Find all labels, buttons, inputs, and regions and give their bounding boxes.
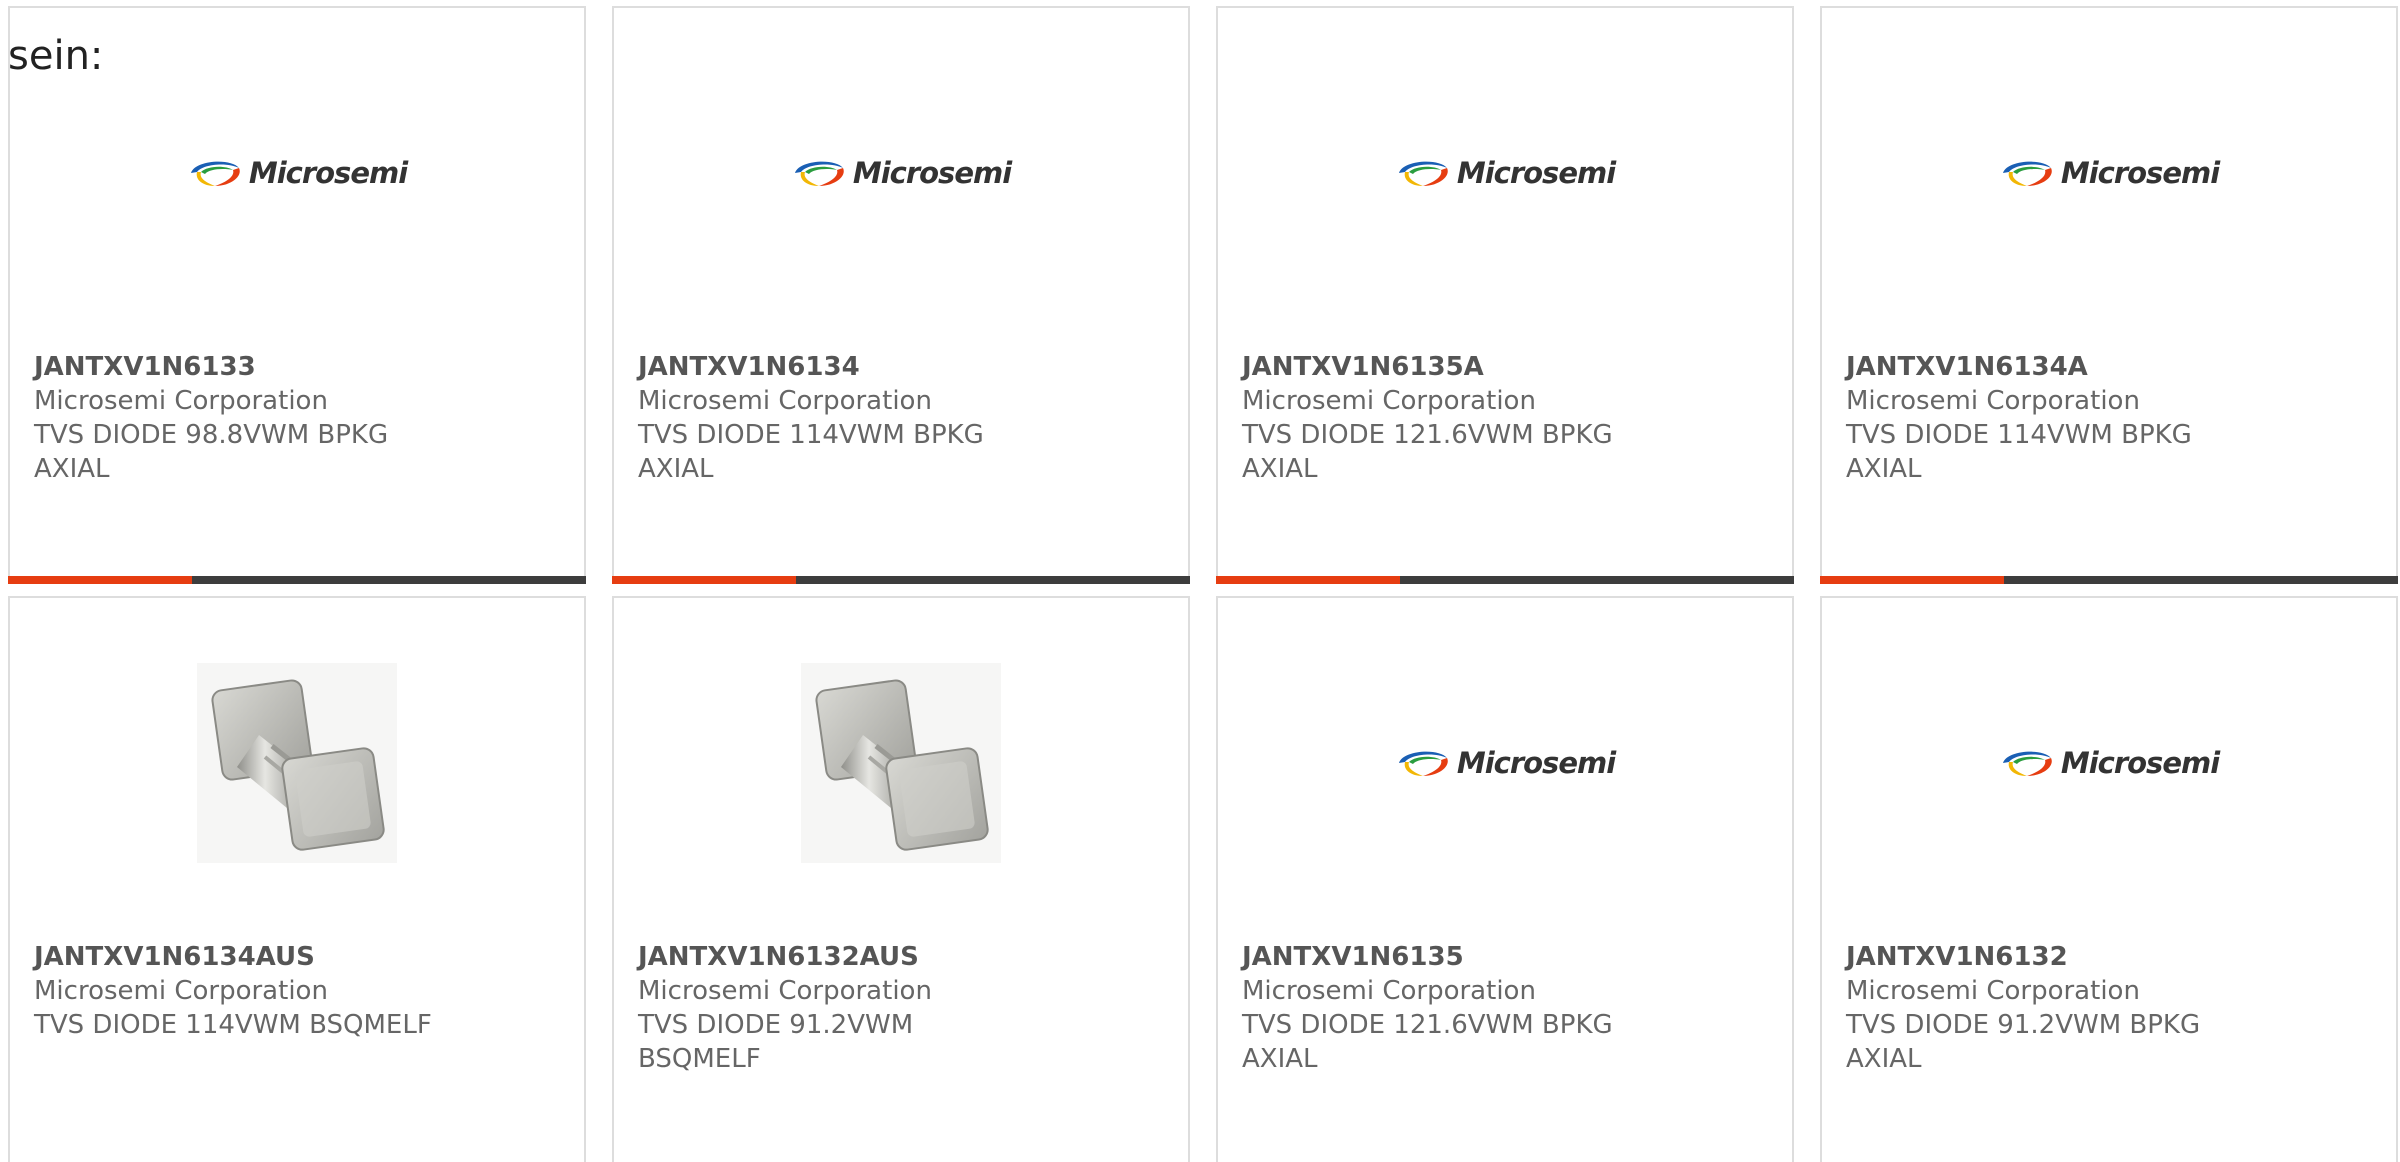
- melf-component-photo: [801, 663, 1001, 863]
- logo-text: Microsemi: [2060, 746, 2220, 780]
- microsemi-logo-icon: [1398, 751, 1448, 776]
- microsemi-logo: Microsemi: [1395, 156, 1616, 190]
- microsemi-logo-icon: [1398, 161, 1448, 186]
- card-bottom-bar: [1820, 576, 2398, 584]
- microsemi-logo-icon: [2002, 161, 2052, 186]
- card-bar-accent: [1216, 576, 1400, 584]
- part-number[interactable]: JANTXV1N6132: [1846, 940, 2356, 974]
- product-info: JANTXV1N6135 Microsemi Corporation TVS D…: [1242, 940, 1752, 1076]
- manufacturer: Microsemi Corporation: [34, 386, 328, 416]
- logo-text: Microsemi: [852, 156, 1012, 190]
- part-number[interactable]: JANTXV1N6135: [1242, 940, 1752, 974]
- logo-text: Microsemi: [2060, 156, 2220, 190]
- product-info: JANTXV1N6134 Microsemi Corporation TVS D…: [638, 350, 1148, 486]
- product-info: JANTXV1N6134AUS Microsemi Corporation TV…: [34, 940, 544, 1042]
- microsemi-logo: Microsemi: [1395, 746, 1616, 780]
- part-number[interactable]: JANTXV1N6134A: [1846, 350, 2356, 384]
- product-card[interactable]: Microsemi JANTXV1N6133 Microsemi Corpora…: [8, 6, 586, 584]
- product-image[interactable]: Microsemi: [1822, 8, 2396, 338]
- microsemi-logo-icon: [794, 161, 844, 186]
- part-number[interactable]: JANTXV1N6134AUS: [34, 940, 544, 974]
- manufacturer: Microsemi Corporation: [638, 976, 932, 1006]
- description: TVS DIODE 114VWM BSQMELF: [34, 1010, 432, 1040]
- product-card[interactable]: Microsemi JANTXV1N6132 Microsemi Corpora…: [1820, 596, 2398, 1162]
- intro-text: sein:: [8, 33, 104, 79]
- description: TVS DIODE 121.6VWM BPKG AXIAL: [1242, 420, 1613, 484]
- part-number[interactable]: JANTXV1N6135A: [1242, 350, 1752, 384]
- product-info: JANTXV1N6134A Microsemi Corporation TVS …: [1846, 350, 2356, 486]
- product-card[interactable]: Microsemi JANTXV1N6135A Microsemi Corpor…: [1216, 6, 1794, 584]
- manufacturer: Microsemi Corporation: [1846, 386, 2140, 416]
- product-image[interactable]: Microsemi: [1218, 598, 1792, 928]
- product-card[interactable]: Microsemi JANTXV1N6134 Microsemi Corpora…: [612, 6, 1190, 584]
- card-bar-accent: [8, 576, 192, 584]
- product-info: JANTXV1N6133 Microsemi Corporation TVS D…: [34, 350, 544, 486]
- card-bottom-bar: [612, 576, 1190, 584]
- part-number[interactable]: JANTXV1N6134: [638, 350, 1148, 384]
- microsemi-logo: Microsemi: [1999, 156, 2220, 190]
- product-image[interactable]: [614, 598, 1188, 928]
- description: TVS DIODE 91.2VWM BSQMELF: [638, 1010, 914, 1074]
- manufacturer: Microsemi Corporation: [1242, 386, 1536, 416]
- description: TVS DIODE 121.6VWM BPKG AXIAL: [1242, 1010, 1613, 1074]
- description: TVS DIODE 91.2VWM BPKG AXIAL: [1846, 1010, 2201, 1074]
- product-image[interactable]: Microsemi: [1218, 8, 1792, 338]
- card-bar-accent: [612, 576, 796, 584]
- product-info: JANTXV1N6132AUS Microsemi Corporation TV…: [638, 940, 1148, 1076]
- product-card[interactable]: Microsemi JANTXV1N6135 Microsemi Corpora…: [1216, 596, 1794, 1162]
- product-info: JANTXV1N6132 Microsemi Corporation TVS D…: [1846, 940, 2356, 1076]
- manufacturer: Microsemi Corporation: [638, 386, 932, 416]
- microsemi-logo-icon: [190, 161, 240, 186]
- card-bottom-bar: [8, 576, 586, 584]
- card-bar-accent: [1820, 576, 2004, 584]
- logo-text: Microsemi: [248, 156, 408, 190]
- product-card[interactable]: JANTXV1N6132AUS Microsemi Corporation TV…: [612, 596, 1190, 1162]
- manufacturer: Microsemi Corporation: [1242, 976, 1536, 1006]
- logo-text: Microsemi: [1456, 746, 1616, 780]
- microsemi-logo-icon: [2002, 751, 2052, 776]
- description: TVS DIODE 114VWM BPKG AXIAL: [1846, 420, 2192, 484]
- part-number[interactable]: JANTXV1N6132AUS: [638, 940, 1148, 974]
- product-grid: Microsemi JANTXV1N6133 Microsemi Corpora…: [8, 6, 2398, 1162]
- product-image[interactable]: Microsemi: [1822, 598, 2396, 928]
- description: TVS DIODE 114VWM BPKG AXIAL: [638, 420, 984, 484]
- manufacturer: Microsemi Corporation: [1846, 976, 2140, 1006]
- product-image[interactable]: [10, 598, 584, 928]
- page: sein: Microsemi JANTXV1N6133 Microsemi C…: [0, 0, 2400, 1162]
- product-info: JANTXV1N6135A Microsemi Corporation TVS …: [1242, 350, 1752, 486]
- logo-text: Microsemi: [1456, 156, 1616, 190]
- melf-component-photo: [197, 663, 397, 863]
- product-card[interactable]: JANTXV1N6134AUS Microsemi Corporation TV…: [8, 596, 586, 1162]
- description: TVS DIODE 98.8VWM BPKG AXIAL: [34, 420, 389, 484]
- microsemi-logo: Microsemi: [187, 156, 408, 190]
- microsemi-logo: Microsemi: [1999, 746, 2220, 780]
- manufacturer: Microsemi Corporation: [34, 976, 328, 1006]
- product-card[interactable]: Microsemi JANTXV1N6134A Microsemi Corpor…: [1820, 6, 2398, 584]
- part-number[interactable]: JANTXV1N6133: [34, 350, 544, 384]
- microsemi-logo: Microsemi: [791, 156, 1012, 190]
- card-bottom-bar: [1216, 576, 1794, 584]
- product-image[interactable]: Microsemi: [614, 8, 1188, 338]
